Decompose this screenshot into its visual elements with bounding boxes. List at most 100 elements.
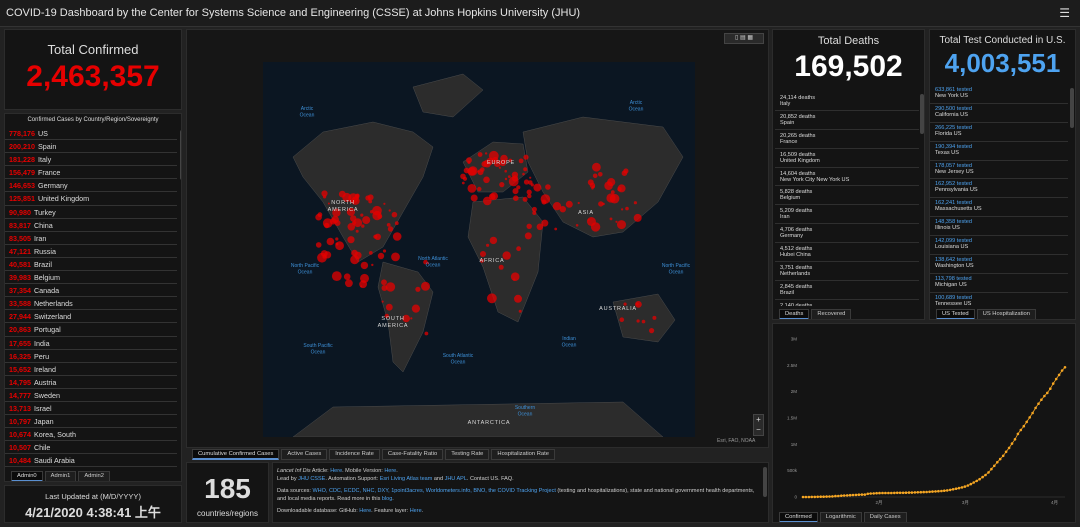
esri-link[interactable]: Esri Living Atlas team <box>380 476 433 482</box>
case-marker[interactable] <box>522 196 528 202</box>
case-marker[interactable] <box>382 249 387 253</box>
confirmed-point[interactable] <box>1013 438 1017 441</box>
case-marker[interactable] <box>633 201 637 205</box>
case-marker[interactable] <box>516 185 521 190</box>
confirmed-point[interactable] <box>872 492 875 495</box>
deaths-row[interactable]: 4,512 deaths Hubei China <box>775 243 919 263</box>
tests-tab-1[interactable]: US Hospitalization <box>976 309 1037 319</box>
case-marker[interactable] <box>385 282 396 292</box>
country-row[interactable]: 156,479 France <box>5 166 177 180</box>
country-row[interactable]: 39,983 Belgium <box>5 271 177 285</box>
case-marker[interactable] <box>345 279 353 288</box>
case-marker[interactable] <box>368 251 373 255</box>
confirmed-point[interactable] <box>940 489 943 493</box>
tests-row[interactable]: 290,500 tested California US <box>930 104 1068 123</box>
case-marker[interactable] <box>504 169 507 173</box>
tests-row[interactable]: 633,861 tested New York US <box>930 85 1068 104</box>
github-link[interactable]: Here <box>359 508 371 514</box>
tests-tab-0[interactable]: US Tested <box>936 309 975 319</box>
case-marker[interactable] <box>338 190 346 198</box>
case-marker[interactable] <box>587 218 590 221</box>
case-marker[interactable] <box>541 219 549 227</box>
confirmed-point[interactable] <box>807 495 811 499</box>
blog-link[interactable]: blog <box>382 496 392 502</box>
deaths-row[interactable]: 2,140 deaths <box>775 300 919 306</box>
case-marker[interactable] <box>518 309 522 313</box>
case-marker[interactable] <box>354 194 360 199</box>
deaths-row[interactable]: 5,209 deaths Iran <box>775 205 919 225</box>
world-map[interactable]: ArcticOceanArcticOceanNorth PacificOcean… <box>263 62 695 437</box>
case-marker[interactable] <box>487 293 497 304</box>
case-marker[interactable] <box>592 185 595 189</box>
confirmed-point[interactable] <box>1037 402 1040 405</box>
confirmed-point[interactable] <box>831 495 834 498</box>
confirmed-point[interactable] <box>1019 428 1023 432</box>
confirmed-point[interactable] <box>819 495 822 498</box>
confirmed-chart[interactable]: 0 500k 1M 1.5M 2M 2.5M 3M 2月 3月 4月 <box>773 324 1075 510</box>
case-marker[interactable] <box>411 304 420 313</box>
case-marker[interactable] <box>355 229 359 233</box>
country-row[interactable]: 10,484 Saudi Arabia <box>5 454 177 468</box>
country-row[interactable]: 181,228 Italy <box>5 153 177 167</box>
confirmed-point[interactable] <box>1049 387 1052 390</box>
country-row[interactable]: 20,863 Portugal <box>5 323 177 337</box>
case-marker[interactable] <box>523 154 529 160</box>
case-marker[interactable] <box>511 175 519 182</box>
case-marker[interactable] <box>504 177 508 181</box>
case-marker[interactable] <box>592 173 598 179</box>
admin-tab-1[interactable]: Admin1 <box>44 471 77 481</box>
confirmed-point[interactable] <box>840 494 843 497</box>
confirmed-point[interactable] <box>925 490 928 494</box>
case-marker[interactable] <box>388 209 391 212</box>
case-marker[interactable] <box>483 196 492 206</box>
country-row[interactable]: 33,588 Netherlands <box>5 297 177 311</box>
tests-row[interactable]: 266,225 tested Florida US <box>930 123 1068 142</box>
case-marker[interactable] <box>636 319 640 323</box>
mobile-version-link[interactable]: Here <box>384 468 396 474</box>
case-marker[interactable] <box>649 328 655 334</box>
case-marker[interactable] <box>360 285 363 288</box>
case-marker[interactable] <box>606 193 616 203</box>
case-marker[interactable] <box>371 263 374 267</box>
confirmed-point[interactable] <box>901 491 905 495</box>
country-row[interactable]: 14,777 Sweden <box>5 389 177 402</box>
case-marker[interactable] <box>480 251 486 257</box>
jhu-apl-link[interactable]: JHU APL <box>445 476 467 482</box>
country-row[interactable]: 14,795 Austria <box>5 376 177 389</box>
case-marker[interactable] <box>386 223 391 227</box>
confirmed-point[interactable] <box>887 491 890 495</box>
lancet-article-link[interactable]: Here <box>330 468 342 474</box>
case-marker[interactable] <box>587 179 594 186</box>
case-marker[interactable] <box>477 170 480 173</box>
confirmed-point[interactable] <box>972 481 975 484</box>
confirmed-point[interactable] <box>981 475 984 479</box>
confirmed-point[interactable] <box>1051 382 1055 385</box>
case-marker[interactable] <box>387 226 394 232</box>
map-tab-1[interactable]: Active Cases <box>281 449 328 460</box>
country-row[interactable]: 47,121 Russia <box>5 245 177 258</box>
zoom-in-button[interactable]: + <box>754 415 763 425</box>
case-marker[interactable] <box>625 206 629 211</box>
case-marker[interactable] <box>315 213 322 221</box>
deaths-row[interactable]: 16,509 deaths United Kingdom <box>775 149 919 168</box>
case-marker[interactable] <box>335 237 339 241</box>
tests-row[interactable]: 113,798 tested Michigan US <box>930 274 1068 293</box>
case-marker[interactable] <box>498 264 504 270</box>
admin-tab-0[interactable]: Admin0 <box>11 471 43 481</box>
case-marker[interactable] <box>391 211 398 218</box>
case-marker[interactable] <box>577 201 580 205</box>
case-marker[interactable] <box>529 176 532 179</box>
admin-tab-2[interactable]: Admin2 <box>78 471 110 481</box>
confirmed-point[interactable] <box>875 491 878 495</box>
map-tab-2[interactable]: Incidence Rate <box>329 449 380 460</box>
confirmed-point[interactable] <box>951 488 955 491</box>
case-marker[interactable] <box>598 201 604 207</box>
case-marker[interactable] <box>477 186 482 192</box>
case-marker[interactable] <box>377 252 385 260</box>
chart-tab-2[interactable]: Daily Cases <box>863 512 907 522</box>
hamburger-icon[interactable]: ☰ <box>1059 6 1070 20</box>
confirmed-point[interactable] <box>934 490 937 493</box>
zoom-out-button[interactable]: − <box>754 425 763 435</box>
case-marker[interactable] <box>424 331 429 336</box>
confirmed-point[interactable] <box>957 486 961 490</box>
